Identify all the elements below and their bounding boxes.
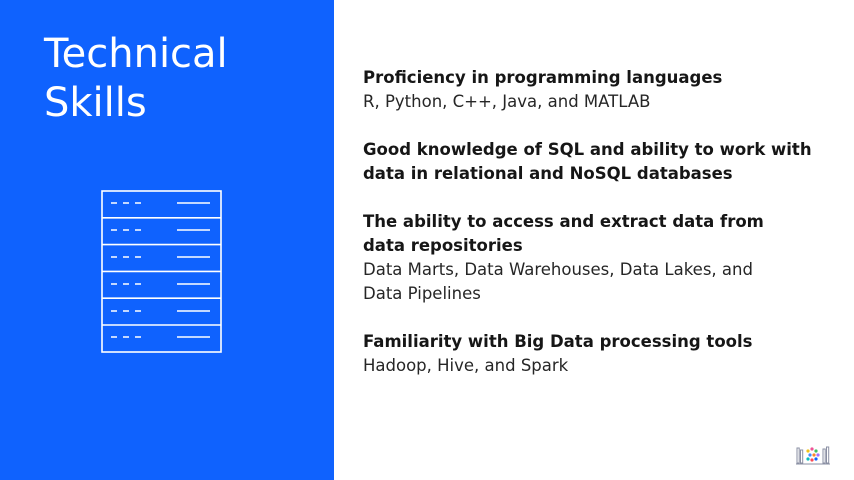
skills-list: Proficiency in programming languages R, … — [363, 66, 823, 402]
library-books-icon — [796, 446, 830, 465]
skill-detail: R, Python, C++, Java, and MATLAB — [363, 92, 651, 111]
skill-heading: The ability to access and extract data f… — [363, 212, 764, 255]
slide-title-line-1: Technical — [44, 31, 228, 77]
skill-item-programming: Proficiency in programming languages R, … — [363, 66, 823, 114]
skill-item-data-access: The ability to access and extract data f… — [363, 210, 823, 306]
skill-heading: Familiarity with Big Data processing too… — [363, 332, 753, 351]
skill-heading: Proficiency in programming languages — [363, 68, 723, 87]
server-rack-icon — [101, 190, 222, 353]
skill-heading: Good knowledge of SQL and ability to wor… — [363, 140, 812, 183]
skill-detail: Hadoop, Hive, and Spark — [363, 356, 569, 375]
slide: Technical Skills Proficiency in programm… — [0, 0, 854, 480]
skill-detail: Data Marts, Data Warehouses, Data Lakes,… — [363, 260, 753, 303]
skill-item-big-data: Familiarity with Big Data processing too… — [363, 330, 823, 378]
title-panel: Technical Skills — [0, 0, 334, 480]
slide-title-line-2: Skills — [44, 80, 147, 126]
skill-item-sql: Good knowledge of SQL and ability to wor… — [363, 138, 823, 186]
slide-title: Technical Skills — [44, 30, 228, 128]
